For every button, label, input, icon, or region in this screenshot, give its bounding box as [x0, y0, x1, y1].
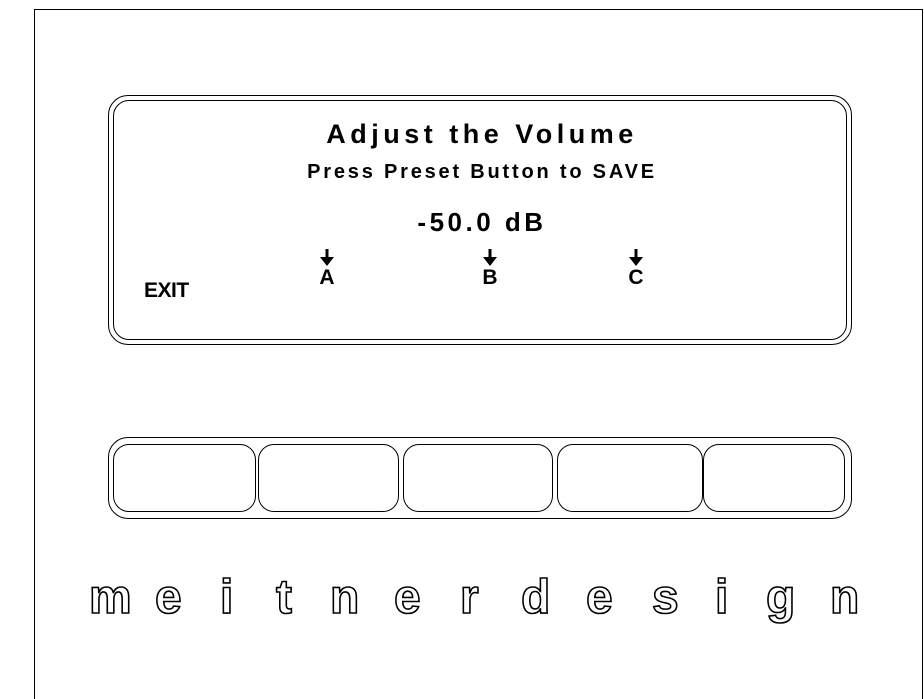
volume-readout: -50.0 dB	[417, 207, 547, 237]
lcd-display: Adjust the Volume Press Preset Button to…	[108, 95, 852, 345]
brand-letter: s	[651, 570, 679, 625]
fifth-button[interactable]	[703, 444, 845, 512]
brand-letter: i	[714, 570, 729, 625]
brand-letter: e	[393, 570, 421, 625]
softkey-b-label: B	[470, 249, 510, 290]
display-subtitle: Press Preset Button to SAVE	[307, 161, 657, 183]
exit-button[interactable]	[113, 444, 256, 512]
preset-c-button[interactable]	[557, 444, 703, 512]
exit-label: EXIT	[144, 279, 189, 302]
brand-letter: t	[275, 570, 293, 625]
brand-letter: i	[219, 570, 234, 625]
brand-letter: e	[585, 570, 613, 625]
preset-b-button[interactable]	[403, 444, 553, 512]
hardware-button-row	[108, 437, 852, 519]
down-arrow-icon	[320, 249, 334, 266]
brand-logo: m e i t n e r d e s i g n	[88, 568, 879, 628]
display-title: Adjust the Volume	[326, 119, 638, 149]
brand-letter: e	[154, 570, 182, 625]
softkey-exit-label: EXIT	[144, 279, 196, 303]
brand-letter: n	[829, 570, 860, 625]
down-arrow-icon	[483, 249, 497, 266]
down-arrow-icon	[629, 249, 643, 266]
preset-a-label: A	[319, 266, 335, 289]
brand-letter: m	[88, 570, 132, 625]
brand-letter: g	[765, 570, 796, 625]
lcd-screen: Adjust the Volume Press Preset Button to…	[113, 100, 847, 340]
brand-letter: r	[459, 570, 479, 625]
preset-b-label: B	[482, 266, 498, 289]
preset-a-button[interactable]	[258, 444, 399, 512]
softkey-c-label: C	[616, 249, 656, 290]
softkey-a-label: A	[307, 249, 347, 290]
brand-letter: n	[329, 570, 360, 625]
brand-letter: d	[520, 570, 551, 625]
preset-c-label: C	[628, 266, 644, 289]
